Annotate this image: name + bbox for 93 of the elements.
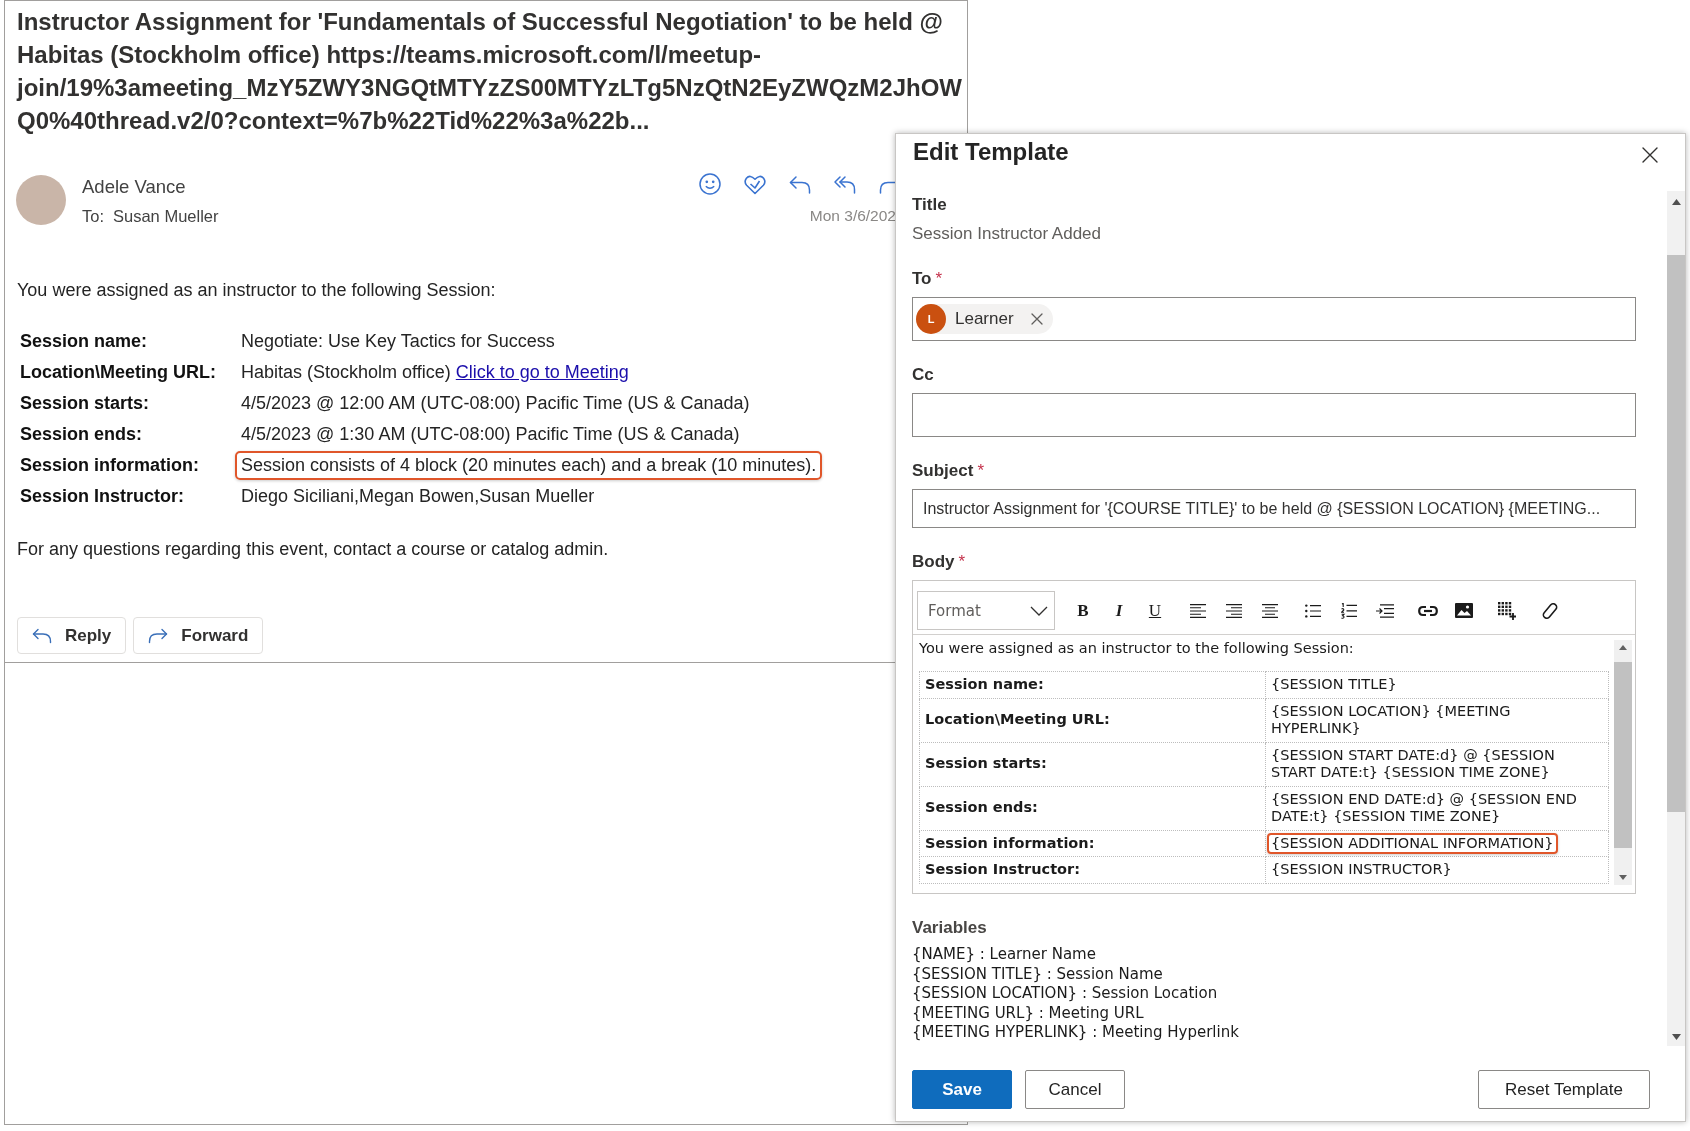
forward-button[interactable]: Forward <box>133 617 264 654</box>
message-text: You were assigned as an instructor to the following Session: <box>919 640 1354 657</box>
image-icon[interactable] <box>1455 603 1473 618</box>
message-text: You were assigned as an instructor to the following Session: <box>17 279 496 302</box>
align-center-icon[interactable] <box>1262 603 1278 618</box>
table-cell-text: Session ends: <box>20 423 144 446</box>
cc-field[interactable] <box>912 393 1636 437</box>
close-icon[interactable] <box>1642 147 1658 163</box>
variable-line: {NAME} : Learner Name <box>912 945 1096 965</box>
title-value: Session Instructor Added <box>912 223 1101 245</box>
table-cell-text: Negotiate: Use Key Tactics for Success <box>240 330 556 353</box>
bullet-list-icon[interactable] <box>1305 603 1321 618</box>
subject-field[interactable]: Instructor Assignment for '{COURSE TITLE}' to be held @ {SESSION LOCATION} {MEETING... <box>912 489 1636 528</box>
table-cell: Session starts: <box>919 742 1266 786</box>
table-cell-text: Habitas (Stockholm office) Click to go to Meeting <box>240 361 630 384</box>
table-cell-text: Session Instructor: <box>20 485 186 508</box>
table-cell-text: {SESSION START DATE:d} @ {SESSION START DATE:t} {SESSION TIME ZONE} <box>1270 745 1556 782</box>
to-label: To: <box>82 206 104 227</box>
to-field[interactable]: L Learner <box>912 297 1636 341</box>
field-label: To <box>912 268 932 290</box>
indent-icon[interactable] <box>1376 603 1394 618</box>
reply-icon[interactable] <box>789 173 811 195</box>
required-mark: * <box>935 268 943 290</box>
variable-line: {MEETING URL} : Meeting URL <box>912 1003 1144 1023</box>
variable-line: {SESSION TITLE} : Session Name <box>912 964 1163 984</box>
reply-icon <box>32 627 52 644</box>
reply-all-icon[interactable] <box>834 173 856 195</box>
initials-avatar: L <box>916 304 946 334</box>
link-icon[interactable] <box>1418 604 1438 617</box>
table-cell-text: Diego Siciliani,Megan Bowen,Susan Mueller <box>240 485 596 508</box>
dialog-button[interactable]: Reset Template <box>1478 1070 1650 1109</box>
align-right-icon[interactable] <box>1226 603 1242 618</box>
table-cell: Session ends: <box>919 786 1266 830</box>
dialog-button[interactable]: Cancel <box>1025 1070 1125 1109</box>
required-mark: * <box>977 460 985 482</box>
sent-date: Mon 3/6/202 <box>809 206 896 226</box>
italic-button[interactable]: I <box>1115 600 1123 621</box>
up-arrow-icon[interactable] <box>1671 199 1681 205</box>
remove-icon[interactable] <box>1030 313 1043 325</box>
recipient-chip[interactable]: L Learner <box>916 304 1053 334</box>
down-arrow-icon[interactable] <box>1671 1034 1681 1040</box>
table-cell: Session consists of 4 block (20 minutes each) and a break (10 minutes). <box>235 451 823 480</box>
numbered-list-icon[interactable] <box>1341 602 1357 619</box>
table-cell-text: {SESSION TITLE} <box>1270 675 1398 694</box>
required-mark: * <box>958 551 966 573</box>
bold-button[interactable]: B <box>1077 600 1089 621</box>
table-cell-text: Session information: <box>20 454 200 477</box>
heart-icon[interactable] <box>744 173 766 195</box>
field-label: Variables <box>912 917 987 939</box>
email-subject: Instructor Assignment for 'Fundamentals of Successful Negotiation' to be held @ Habitas (Stockholm office) https://teams.microsoft.com/l/meetup- join/19%3ameeting_MzY5ZWY3NGQtMTYzZS00MTYzLTg5NzQtN2EyZWQzM2JhOW Q0%40thread.v2/0?context=%7b%22Tid%22%3a%22b... <box>15 7 963 136</box>
table-cell: Session Instructor: <box>919 856 1266 883</box>
field-label: Body <box>912 551 955 573</box>
field-label: Title <box>912 194 947 216</box>
variable-line: {MEETING HYPERLINK} : Meeting Hyperlink <box>912 1023 1239 1043</box>
chevron-down-icon <box>1030 605 1048 616</box>
body-editor[interactable] <box>912 580 1636 894</box>
smiley-icon[interactable] <box>699 173 721 195</box>
table-cell: {SESSION ADDITIONAL INFORMATION} <box>1267 832 1558 854</box>
scrollbar-thumb[interactable] <box>1614 661 1632 848</box>
scrollbar[interactable] <box>1614 640 1632 885</box>
underline-button[interactable]: U <box>1148 600 1162 621</box>
table-cell-text: Session name: <box>20 330 149 353</box>
scrollbar[interactable] <box>1667 191 1685 1046</box>
table-cell-text: 4/5/2023 @ 12:00 AM (UTC-08:00) Pacific Time (US & Canada) <box>240 392 751 415</box>
format-dropdown[interactable]: Format <box>917 591 1055 630</box>
variable-line: {SESSION LOCATION} : Session Location <box>912 984 1218 1004</box>
table-cell: Session name: <box>919 671 1266 698</box>
recipient-name: Learner <box>955 309 1014 329</box>
align-left-icon[interactable] <box>1190 603 1206 618</box>
table-cell-text: {SESSION LOCATION} {MEETING HYPERLINK} <box>1270 701 1512 738</box>
table-cell-text: {SESSION END DATE:d} @ {SESSION END DATE:t} {SESSION TIME ZONE} <box>1270 789 1578 826</box>
message-text: For any questions regarding this event, contact a course or catalog admin. <box>17 538 609 561</box>
table-icon[interactable] <box>1498 601 1516 620</box>
meeting-link[interactable]: Click to go to Meeting <box>455 362 629 382</box>
table-cell: Location\Meeting URL: <box>919 698 1266 742</box>
reply-button[interactable]: Reply <box>17 617 127 654</box>
table-cell-text: {SESSION INSTRUCTOR} <box>1270 860 1453 879</box>
scrollbar-thumb[interactable] <box>1667 255 1685 812</box>
recipient-name: Susan Mueller <box>113 206 219 227</box>
avatar <box>16 175 66 225</box>
table-cell: Session information: <box>919 830 1266 857</box>
eraser-icon[interactable] <box>1542 602 1558 619</box>
forward-icon <box>148 627 169 644</box>
save-button[interactable]: Save <box>912 1070 1012 1109</box>
table-cell-text: Session starts: <box>20 392 151 415</box>
panel-title: Edit Template <box>913 137 1069 167</box>
field-label: Cc <box>912 364 934 386</box>
field-label: Subject <box>912 460 974 482</box>
table-cell-text: Location\Meeting URL: <box>20 361 217 384</box>
down-arrow-icon[interactable] <box>1619 875 1627 880</box>
sender-name: Adele Vance <box>82 175 186 199</box>
up-arrow-icon[interactable] <box>1619 645 1627 650</box>
table-cell-text: 4/5/2023 @ 1:30 AM (UTC-08:00) Pacific Time (US & Canada) <box>240 423 741 446</box>
